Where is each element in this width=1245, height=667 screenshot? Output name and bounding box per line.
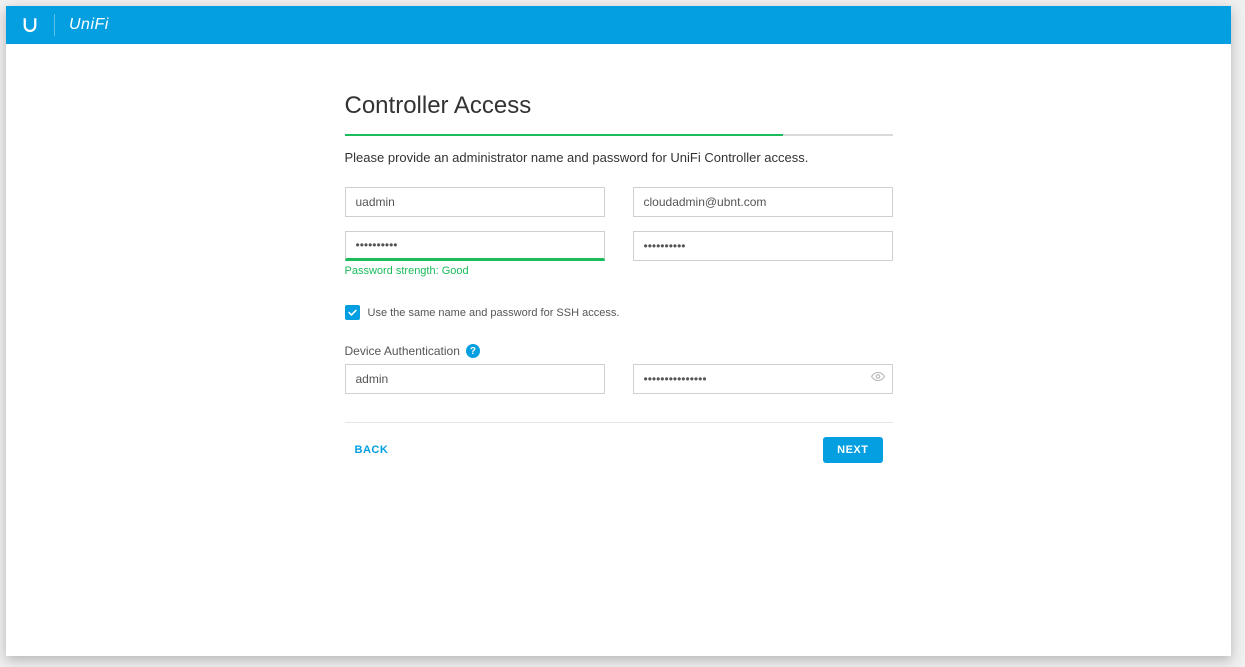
password-strength-label: Password strength: Good — [345, 265, 605, 277]
page-title: Controller Access — [345, 92, 893, 120]
help-icon[interactable]: ? — [466, 344, 480, 358]
ssh-checkbox-row: Use the same name and password for SSH a… — [345, 305, 893, 320]
ssh-checkbox-label: Use the same name and password for SSH a… — [368, 307, 620, 319]
brand-name: UniFi — [69, 16, 109, 34]
ssh-checkbox[interactable] — [345, 305, 360, 320]
header-bar: UniFi — [6, 6, 1231, 44]
next-button[interactable]: NEXT — [823, 437, 882, 463]
password-confirm-input[interactable] — [633, 231, 893, 261]
progress-fill — [345, 134, 783, 136]
password-input[interactable] — [345, 231, 605, 261]
progress-bar — [345, 134, 893, 136]
header-divider — [54, 14, 55, 36]
admin-name-input[interactable] — [345, 187, 605, 217]
strength-value: Good — [442, 265, 469, 277]
admin-email-input[interactable] — [633, 187, 893, 217]
admin-credentials-row — [345, 187, 893, 217]
instruction-text: Please provide an administrator name and… — [345, 150, 893, 165]
device-auth-label-row: Device Authentication ? — [345, 344, 893, 358]
device-user-input[interactable] — [345, 364, 605, 394]
footer-nav: BACK NEXT — [345, 437, 893, 463]
device-pass-input[interactable] — [633, 364, 893, 394]
strength-prefix: Password strength: — [345, 265, 442, 277]
app-window: UniFi Controller Access Please provide a… — [6, 6, 1231, 656]
footer-divider — [345, 422, 893, 423]
password-row: Password strength: Good — [345, 231, 893, 277]
setup-wizard-content: Controller Access Please provide an admi… — [345, 92, 893, 463]
ubiquiti-logo-icon — [20, 15, 40, 35]
eye-icon[interactable] — [871, 370, 885, 389]
device-auth-row — [345, 364, 893, 394]
device-auth-label: Device Authentication — [345, 344, 460, 358]
back-button[interactable]: BACK — [355, 444, 389, 456]
